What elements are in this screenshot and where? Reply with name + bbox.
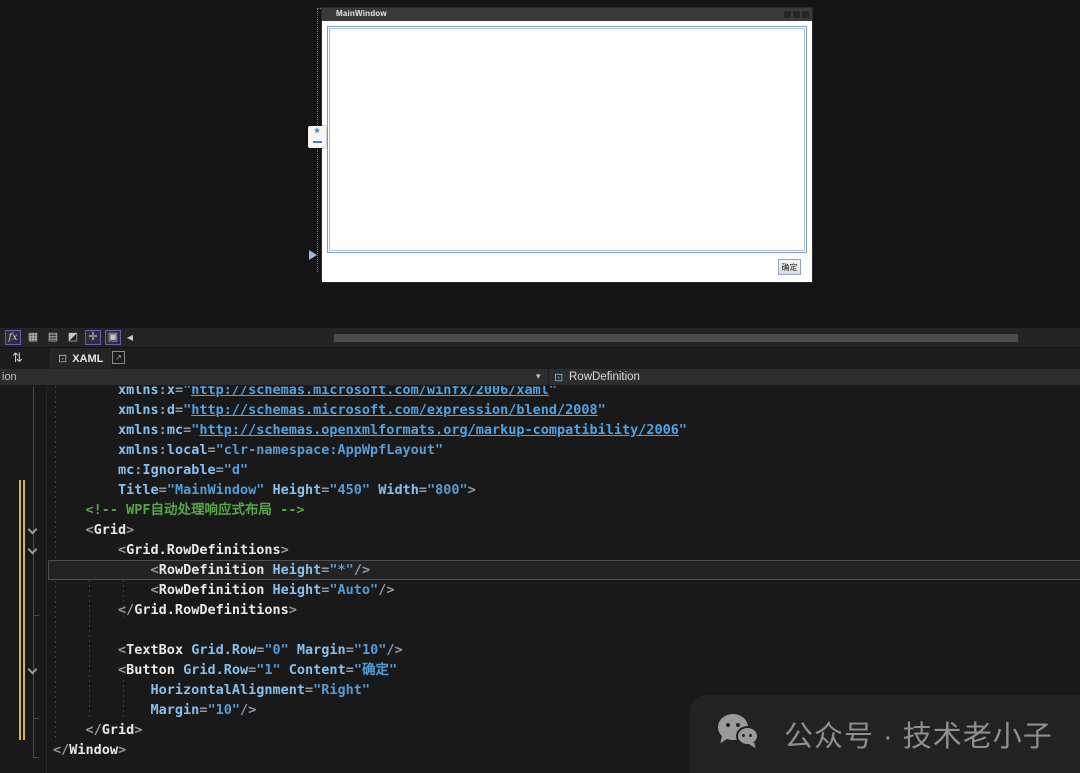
nav-element-dropdown[interactable]: RowDefinition <box>569 371 640 383</box>
close-icon <box>802 11 809 18</box>
outline-guide-line <box>33 386 34 757</box>
nav-dropdown-arrow-icon[interactable]: ▾ <box>536 371 541 382</box>
watermark-text: 公众号 · 技术老小子 <box>784 713 1053 755</box>
split-view-tabstrip: ⇅ ⊡ XAML ↗ <box>0 348 1080 369</box>
code-line[interactable]: xmlns:d="http://schemas.microsoft.com/ex… <box>48 400 1080 420</box>
code-line[interactable]: xmlns:local="clr-namespace:AppWpfLayout" <box>48 440 1080 460</box>
outline-region-end <box>33 757 39 758</box>
preview-window-chrome-buttons <box>784 11 809 18</box>
designer-ok-button[interactable]: 确定 <box>778 259 801 275</box>
code-line[interactable]: mc:Ignorable="d" <box>48 460 1080 480</box>
grid-lines-icon[interactable]: ▤ <box>45 330 61 345</box>
grid-row-height-badge[interactable]: * <box>308 126 326 148</box>
grid-row-splitter-icon[interactable] <box>309 250 317 260</box>
swap-panes-icon[interactable]: ⇅ <box>12 350 23 366</box>
xaml-designer-surface[interactable]: MainWindow 确定 * <box>0 0 1080 328</box>
snaplines-icon[interactable]: ✛ <box>85 330 101 345</box>
gutter-border <box>46 386 47 773</box>
row-star-indicator: * <box>314 127 319 139</box>
vs-xaml-split-view: MainWindow 确定 * fx ▦ ▤ <box>0 0 1080 773</box>
preview-window-titlebar: MainWindow <box>322 8 812 21</box>
track-changes-bar <box>19 480 25 740</box>
design-preview-window[interactable]: MainWindow 确定 <box>322 8 812 282</box>
fold-chevron-icon[interactable] <box>28 525 38 535</box>
tab-xaml[interactable]: ⊡ XAML <box>50 348 111 369</box>
fold-chevron-icon[interactable] <box>28 545 38 555</box>
designer-toolbar-icons: fx ▦ ▤ ◩ ✛ ▣ ◀ <box>5 330 135 345</box>
code-line[interactable]: xmlns:mc="http://schemas.openxmlformats.… <box>48 420 1080 440</box>
code-line[interactable]: <Grid> <box>48 520 1080 540</box>
artboard-background-icon[interactable]: ◩ <box>65 330 81 345</box>
row-indicator-dash <box>313 141 322 143</box>
code-line[interactable]: <TextBox Grid.Row="0" Margin="10"/> <box>48 640 1080 660</box>
watermark-banner: 公众号 · 技术老小子 <box>690 695 1080 773</box>
popout-pane-icon[interactable]: ↗ <box>112 351 125 364</box>
wechat-icon <box>718 712 770 756</box>
fold-chevron-icon[interactable] <box>28 665 38 675</box>
preview-window-title: MainWindow <box>336 9 387 18</box>
xaml-file-icon: ⊡ <box>58 352 67 365</box>
code-line[interactable]: <!-- WPF自动处理响应式布局 --> <box>48 500 1080 520</box>
minimize-icon <box>784 11 791 18</box>
code-line[interactable]: </Grid.RowDefinitions> <box>48 600 1080 620</box>
designer-button-row: 确定 <box>322 253 812 282</box>
code-line[interactable]: <RowDefinition Height="Auto"/> <box>48 580 1080 600</box>
nav-divider <box>548 369 549 386</box>
effects-fx-icon[interactable]: fx <box>5 330 21 345</box>
code-line[interactable]: Title="MainWindow" Height="450" Width="8… <box>48 480 1080 500</box>
element-icon: ⊡ <box>554 371 563 384</box>
code-line[interactable]: xmlns:x="http://schemas.microsoft.com/wi… <box>48 386 1080 400</box>
xaml-tab-label: XAML <box>72 353 103 365</box>
designer-textbox[interactable] <box>327 26 807 253</box>
designer-toolbar: fx ▦ ▤ ◩ ✛ ▣ ◀ <box>0 328 1080 348</box>
code-line[interactable]: <Grid.RowDefinitions> <box>48 540 1080 560</box>
code-line[interactable] <box>48 620 1080 640</box>
nav-left-dropdown[interactable]: ion <box>2 371 17 383</box>
project-code-icon[interactable]: ▣ <box>105 330 121 345</box>
code-line[interactable]: <RowDefinition Height="*"/> <box>48 560 1080 580</box>
outline-region-end <box>33 615 39 616</box>
designer-horizontal-scrollbar[interactable] <box>334 334 1018 342</box>
editor-navigation-bar: ion ▾ ⊡ RowDefinition <box>0 369 1080 386</box>
wechat-bubble-small <box>736 726 759 746</box>
maximize-icon <box>793 11 800 18</box>
outline-region-end <box>33 718 39 719</box>
code-line[interactable]: <Button Grid.Row="1" Content="确定" <box>48 660 1080 680</box>
snap-grid-icon[interactable]: ▦ <box>25 330 41 345</box>
preview-window-client: 确定 <box>322 21 812 282</box>
toolbar-overflow-icon[interactable]: ◀ <box>125 330 135 345</box>
